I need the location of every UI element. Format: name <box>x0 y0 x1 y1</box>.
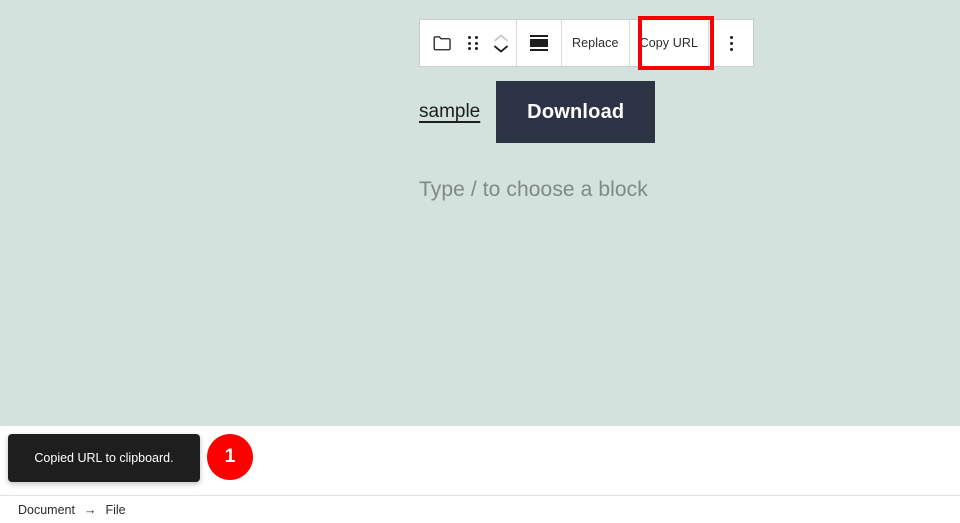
empty-paragraph-placeholder[interactable]: Type / to choose a block <box>419 178 648 202</box>
toolbar-group-copy-url: Copy URL <box>630 20 710 66</box>
folder-icon <box>433 35 452 51</box>
snackbar-notice[interactable]: Copied URL to clipboard. <box>8 434 200 482</box>
more-vertical-icon <box>729 35 733 51</box>
download-button[interactable]: Download <box>496 81 656 143</box>
snackbar-message: Copied URL to clipboard. <box>34 451 174 465</box>
file-block[interactable]: sample Download <box>419 81 656 143</box>
drag-handle-button[interactable] <box>460 20 486 66</box>
toolbar-group-more <box>709 20 753 66</box>
editor-canvas[interactable]: Replace Copy URL sample Download Type / … <box>0 0 960 426</box>
breadcrumb-item-document[interactable]: Document <box>18 503 75 517</box>
block-type-button[interactable] <box>420 20 460 66</box>
align-center-icon <box>530 35 548 51</box>
drag-handle-icon <box>468 36 478 50</box>
block-toolbar: Replace Copy URL <box>419 19 755 67</box>
toolbar-group-align <box>517 20 562 66</box>
copy-url-button[interactable]: Copy URL <box>630 20 708 66</box>
breadcrumb-separator: → <box>83 502 97 517</box>
more-options-button[interactable] <box>709 20 753 66</box>
align-button[interactable] <box>517 20 561 66</box>
breadcrumb-item-file[interactable]: File <box>105 503 125 517</box>
step-badge: 1 <box>207 434 253 480</box>
toolbar-group-file-actions: Replace <box>562 20 630 66</box>
replace-button[interactable]: Replace <box>562 20 629 66</box>
toolbar-group-block <box>420 20 517 66</box>
chevron-up-icon[interactable] <box>494 34 508 45</box>
breadcrumb: Document → File <box>0 495 960 523</box>
step-badge-number: 1 <box>224 446 236 467</box>
file-link[interactable]: sample <box>419 101 480 123</box>
chevron-down-icon[interactable] <box>494 45 508 53</box>
block-movers[interactable] <box>486 20 516 66</box>
